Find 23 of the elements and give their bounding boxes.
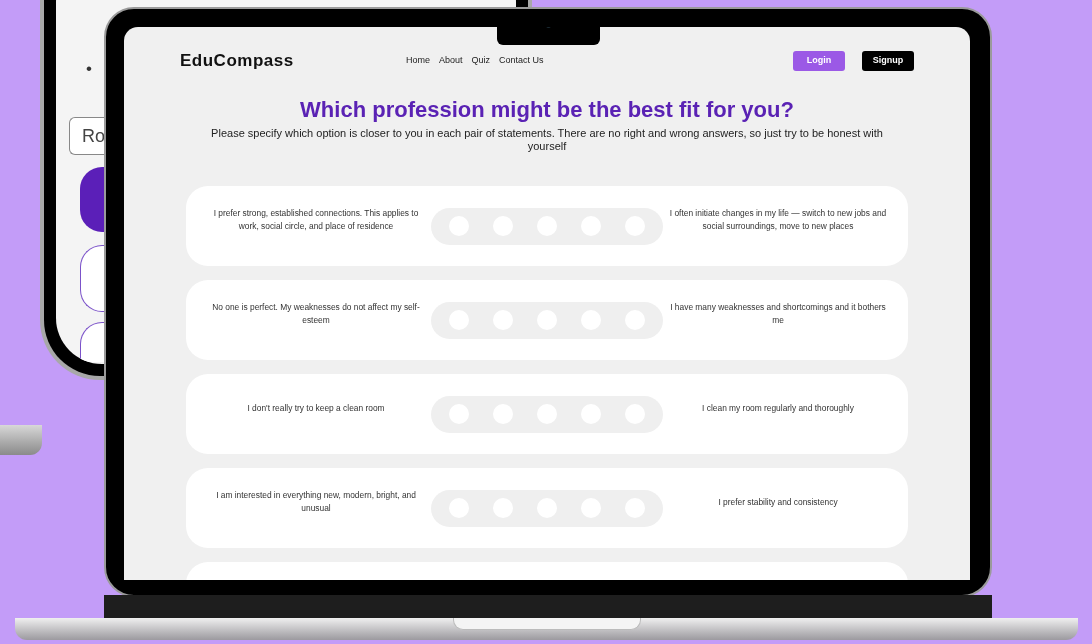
phone-button[interactable] [80,167,104,232]
page-title: Which profession might be the best fit for you? [299,96,795,124]
statement-text: I am interested in everything new, modern, bright, and unusual [215,489,417,515]
nav-link[interactable]: Contact Us [499,54,544,68]
login-button[interactable]: Login [793,51,845,71]
statement-text: I have many weaknesses and shortcomings and it bothers me [669,301,887,327]
nav-link[interactable]: About [439,54,463,68]
nav-link[interactable]: Quiz [471,54,491,68]
nav-link[interactable]: Home [406,54,430,68]
statement-text: I don't really try to keep a clean room [246,401,386,415]
statement-text: I prefer strong, established connections. This applies to work, social circle, and place of residence [212,207,420,233]
device-stand [0,425,42,455]
statement-text: No one is perfect. My weaknesses do not affect my self-esteem [211,301,421,327]
statement-text: I often initiate changes in my life — switch to new jobs and social surroundings, move to new places [668,207,888,233]
statement-text: I clean my room regularly and thoroughly [701,401,855,415]
phone-card[interactable] [80,322,104,362]
statement-text: I prefer stability and consistency [717,495,839,509]
input-field[interactable]: Ro [69,117,104,155]
page-subtitle: Please specify which option is closer to you in each pair of statements. There are no right and wrong answers, so just try to be honest with yourself [210,127,884,153]
signup-button[interactable]: Signup [862,51,914,71]
bullet: • [86,58,92,80]
logo[interactable]: EduCompass [180,48,406,74]
phone-card[interactable] [80,245,104,312]
